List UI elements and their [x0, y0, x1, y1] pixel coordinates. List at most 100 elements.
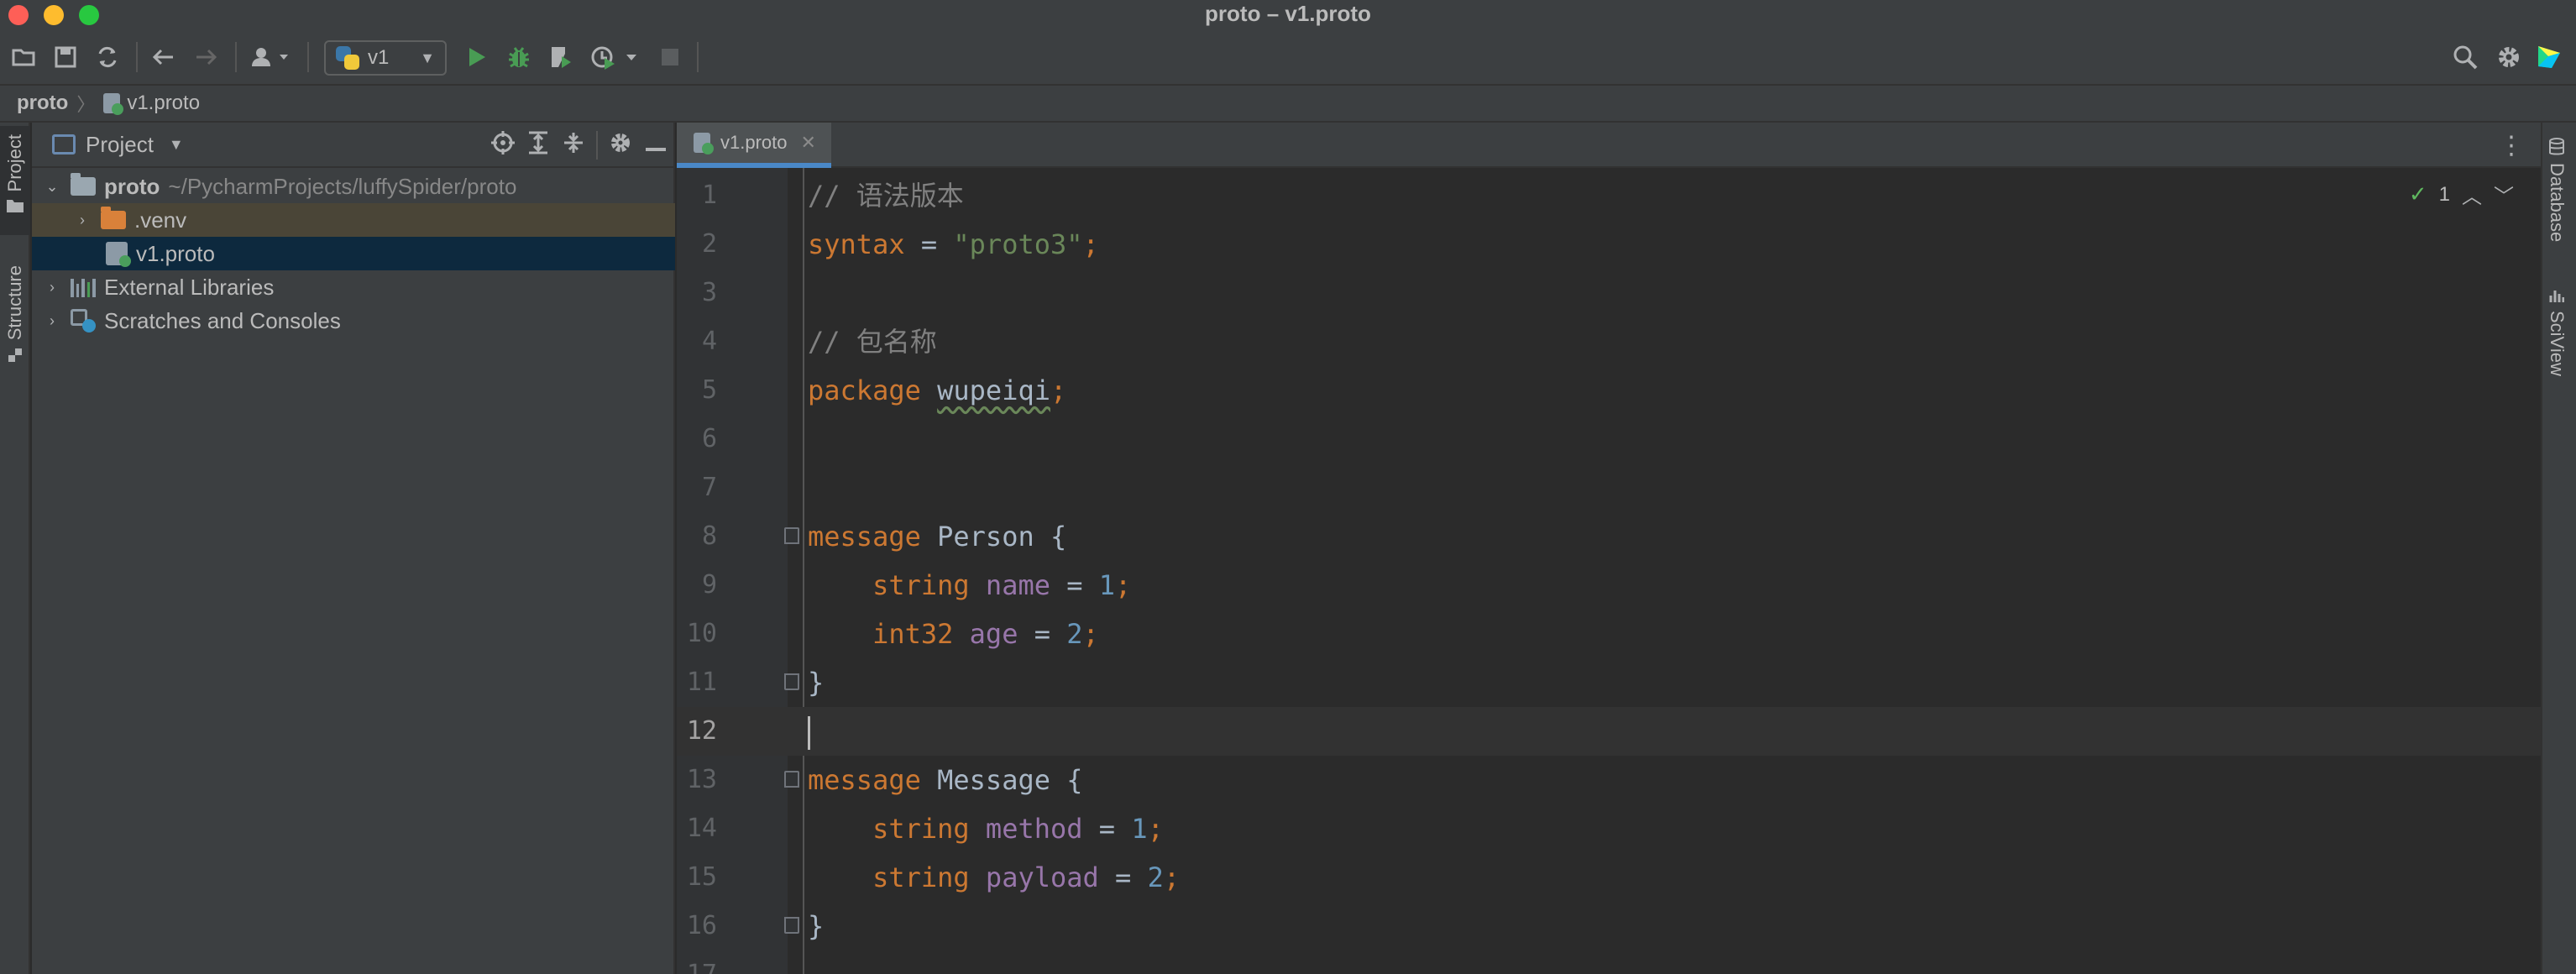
excluded-folder-icon: [101, 207, 126, 229]
line-number: 11: [686, 668, 717, 697]
line-number: 16: [686, 911, 717, 940]
code-line: 7: [677, 463, 2541, 512]
proto-file-icon: [106, 242, 131, 267]
fold-icon[interactable]: [784, 771, 799, 788]
library-icon: [71, 277, 96, 297]
sciview-icon: [2549, 291, 2564, 302]
fold-icon[interactable]: [784, 917, 799, 934]
line-number: 3: [701, 278, 717, 307]
folder-icon: [71, 173, 96, 196]
profile-icon[interactable]: [589, 44, 641, 71]
code-editor[interactable]: ✓ 1 ︿ ﹀ 1 // 语法版本 2 syntax = "proto3"; 3…: [677, 168, 2541, 974]
back-icon[interactable]: [149, 44, 176, 71]
structure-tool-tab[interactable]: Structure: [0, 257, 30, 374]
main-toolbar: v1 ▼: [0, 27, 2576, 86]
database-tool-tab[interactable]: Database: [2546, 138, 2568, 242]
tree-item-external-libraries[interactable]: › External Libraries: [32, 270, 675, 304]
structure-tool-label: Structure: [4, 265, 25, 341]
jetbrains-icon[interactable]: [2536, 44, 2563, 71]
gear-icon[interactable]: [603, 131, 638, 160]
python-icon: [336, 46, 359, 70]
save-icon[interactable]: [52, 44, 79, 71]
project-path: ~/PycharmProjects/luffySpider/proto: [168, 173, 517, 199]
editor-tab-v1-proto[interactable]: v1.proto ✕: [677, 123, 831, 168]
coverage-icon[interactable]: [547, 44, 574, 71]
fold-icon[interactable]: [784, 673, 799, 690]
left-tool-strip: Project Structure: [0, 123, 30, 974]
chevron-right-icon[interactable]: ›: [42, 312, 62, 330]
tree-item-v1-proto[interactable]: v1.proto: [32, 237, 675, 270]
project-panel: Project ▼ ⌄ proto ~/PycharmProjects/luff: [32, 123, 675, 974]
line-number: 17: [677, 950, 717, 974]
sync-icon[interactable]: [94, 44, 121, 71]
locate-file-icon[interactable]: [485, 130, 521, 160]
close-icon[interactable]: ✕: [801, 132, 816, 154]
proto-file-icon: [694, 133, 714, 154]
hide-panel-icon[interactable]: [638, 133, 673, 159]
run-configuration-label: v1: [368, 46, 390, 69]
code-line: 14 string method = 1;: [677, 804, 2541, 853]
run-configuration-selector[interactable]: v1 ▼: [324, 40, 447, 76]
breadcrumb-file-label: v1.proto: [127, 92, 201, 114]
forward-icon[interactable]: [193, 44, 220, 71]
breadcrumb-project[interactable]: proto: [17, 92, 68, 115]
toolbar-separator: [235, 42, 237, 72]
sciview-tool-label: SciView: [2547, 311, 2568, 376]
toolbar-separator: [697, 42, 699, 72]
database-tool-label: Database: [2547, 163, 2568, 243]
tree-item-label: v1.proto: [136, 240, 215, 266]
line-number: 1: [701, 181, 717, 210]
code-line: 1 // 语法版本: [677, 171, 2541, 220]
tree-item-label: Scratches and Consoles: [104, 307, 341, 333]
chevron-down-icon[interactable]: ▼: [169, 136, 184, 154]
line-number: 14: [686, 814, 717, 843]
debug-icon[interactable]: [505, 44, 532, 71]
toolbar-separator: [136, 42, 138, 72]
code-line: 10 int32 age = 2;: [677, 610, 2541, 658]
open-folder-icon[interactable]: [10, 44, 37, 71]
breadcrumb-file[interactable]: v1.proto: [103, 92, 200, 115]
expand-all-icon[interactable]: [521, 131, 556, 160]
code-line: 11 }: [677, 658, 2541, 707]
code-line: 6: [677, 415, 2541, 463]
code-line: 4 // 包名称: [677, 317, 2541, 366]
search-icon[interactable]: [2452, 44, 2479, 71]
code-line: 16 }: [677, 902, 2541, 950]
chevron-right-icon: 〉: [76, 94, 96, 115]
structure-icon: [8, 348, 22, 363]
line-number: 2: [701, 229, 717, 259]
code-line: 8 message Person {: [677, 512, 2541, 561]
chevron-right-icon[interactable]: ›: [72, 212, 92, 229]
line-number: 7: [701, 473, 717, 502]
code-line: 17: [677, 950, 2541, 974]
user-icon[interactable]: [249, 44, 296, 71]
right-tool-strip: Database SciView: [2541, 123, 2576, 974]
tree-item-label: External Libraries: [104, 274, 275, 300]
code-line-current: 12: [677, 707, 2541, 756]
text-cursor: [808, 716, 810, 750]
fold-icon[interactable]: [784, 527, 799, 544]
chevron-right-icon[interactable]: ›: [42, 279, 62, 296]
tree-item-proto[interactable]: ⌄ proto ~/PycharmProjects/luffySpider/pr…: [32, 170, 675, 203]
project-tool-tab[interactable]: Project: [0, 126, 30, 235]
project-panel-header: Project ▼: [32, 123, 673, 168]
code-line: 5 package wupeiqi;: [677, 366, 2541, 415]
line-number: 6: [701, 424, 717, 453]
line-number: 15: [686, 862, 717, 892]
collapse-all-icon[interactable]: [556, 131, 591, 160]
project-panel-title[interactable]: Project: [86, 132, 154, 158]
line-number: 9: [701, 570, 717, 600]
chevron-down-icon[interactable]: ⌄: [42, 178, 62, 196]
toolbar-separator: [307, 42, 309, 72]
folder-icon: [7, 200, 24, 213]
run-icon[interactable]: [463, 44, 490, 71]
settings-icon[interactable]: [2495, 44, 2522, 71]
database-icon: [2549, 138, 2564, 155]
more-options-icon[interactable]: ⋮: [2499, 131, 2524, 160]
sciview-tool-tab[interactable]: SciView: [2546, 289, 2568, 376]
editor-tab-label: v1.proto: [720, 132, 788, 153]
stop-icon[interactable]: [657, 44, 683, 71]
breadcrumb: proto 〉 v1.proto: [0, 86, 2576, 123]
tree-item-venv[interactable]: › .venv: [32, 203, 675, 237]
tree-item-scratches[interactable]: › Scratches and Consoles: [32, 304, 675, 338]
